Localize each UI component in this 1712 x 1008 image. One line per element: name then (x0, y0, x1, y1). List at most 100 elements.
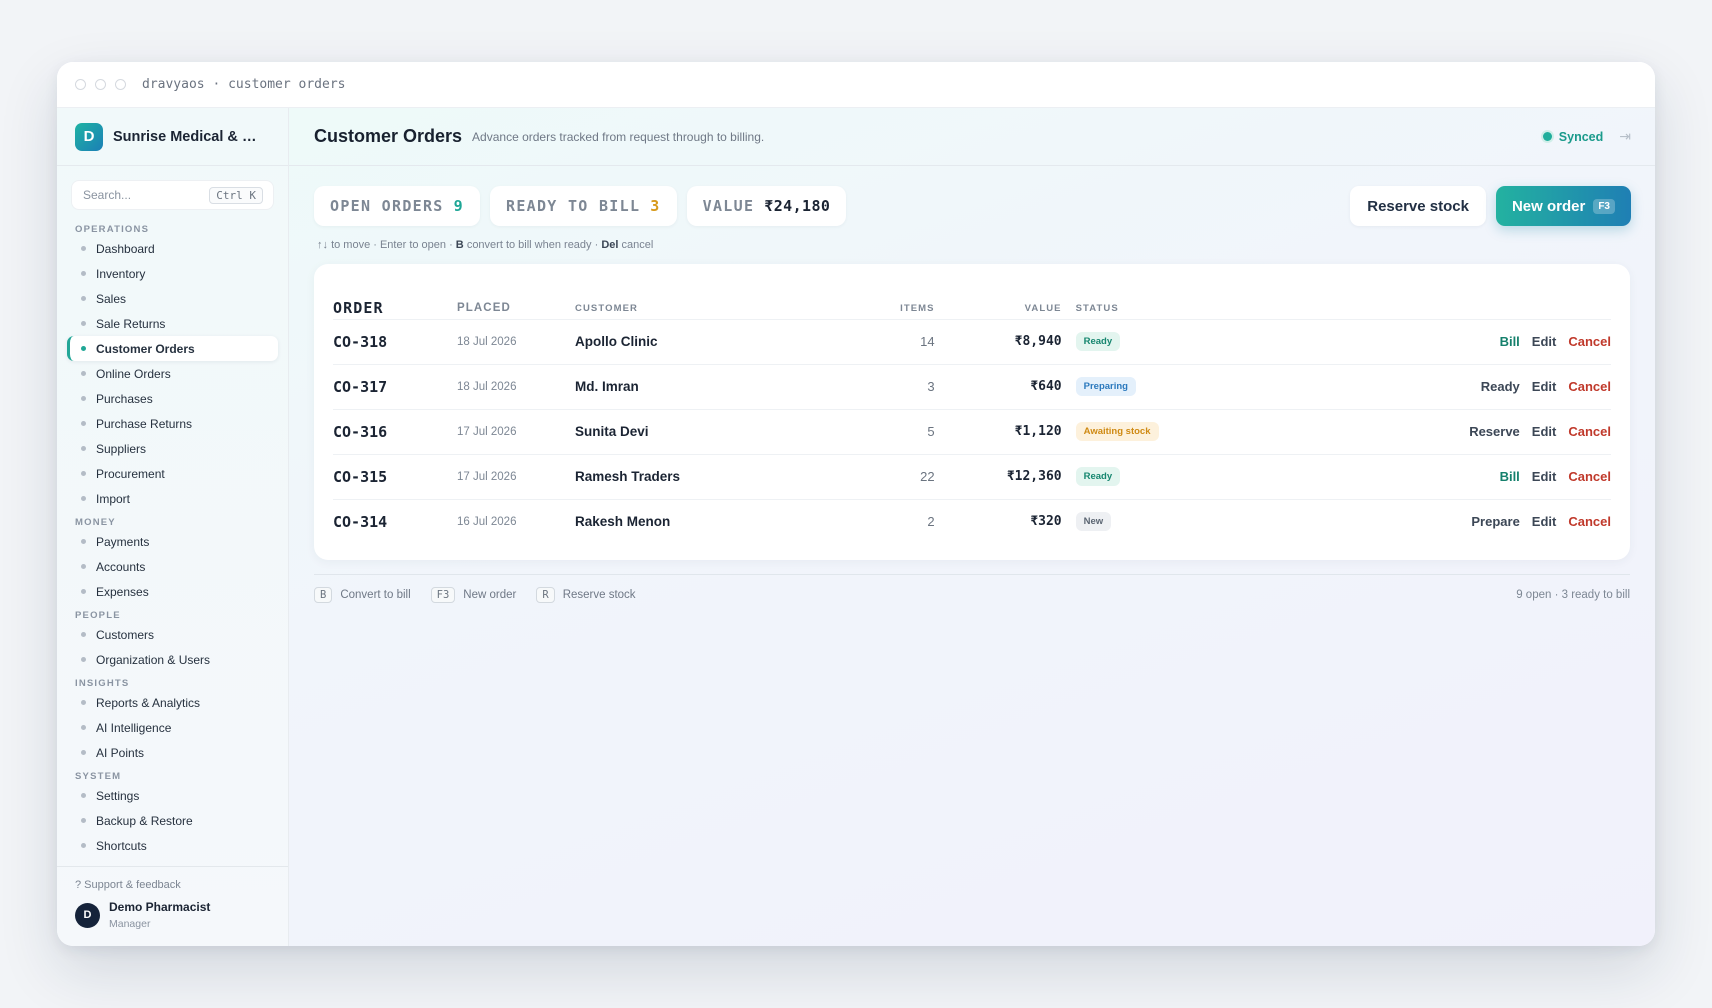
minimize-window-button[interactable] (95, 79, 106, 90)
maximize-window-button[interactable] (115, 79, 126, 90)
stat-label: READY TO BILL (505, 197, 641, 215)
table-row[interactable]: CO-314 16 Jul 2026 Rakesh Menon 2 ₹320 New Pre… (333, 499, 1611, 544)
sidebar-item-reports-analytics[interactable]: Reports & Analytics (57, 690, 288, 715)
status-badge: Ready (1075, 332, 1121, 351)
collapse-panel-icon[interactable]: ⇥ (1619, 128, 1631, 145)
sidebar-section-label: MONEY (75, 517, 116, 528)
footer-shortcut[interactable]: F3 New order (430, 587, 516, 603)
sidebar-item-label: Accounts (96, 559, 146, 574)
column-header-customer[interactable]: CUSTOMER (575, 288, 855, 320)
cancel-button[interactable]: Cancel (1568, 334, 1611, 349)
column-header-placed[interactable]: PLACED (457, 288, 575, 320)
sidebar-item-procurement[interactable]: Procurement (57, 461, 288, 486)
edit-button[interactable]: Edit (1532, 424, 1557, 439)
new-order-button[interactable]: New order F3 (1495, 186, 1631, 226)
sync-dot-icon (1542, 132, 1552, 141)
cancel-button[interactable]: Cancel (1568, 379, 1611, 394)
status-cell: Ready (1061, 454, 1202, 500)
edit-button[interactable]: Edit (1532, 334, 1557, 349)
cancel-button[interactable]: Cancel (1568, 469, 1611, 484)
edit-button[interactable]: Edit (1532, 514, 1557, 529)
primary-action-button[interactable]: Prepare (1471, 514, 1519, 529)
stat-value: 9 (453, 197, 464, 215)
sidebar-item-backup-restore[interactable]: Backup & Restore (57, 808, 288, 833)
bullet-icon (81, 371, 86, 376)
column-header-order[interactable]: ORDER (333, 288, 457, 320)
user-profile[interactable]: D Demo Pharmacist Manager (75, 900, 270, 930)
sidebar-item-customer-orders[interactable]: Customer Orders (67, 336, 278, 361)
sidebar-item-ai-points[interactable]: AI Points (57, 740, 288, 765)
status-badge: New (1075, 512, 1112, 532)
footer-shortcut[interactable]: R Reserve stock (536, 587, 636, 603)
sidebar-item-customers[interactable]: Customers (57, 622, 288, 647)
sidebar-section-label: SYSTEM (75, 771, 122, 782)
sidebar-item-purchase-returns[interactable]: Purchase Returns (57, 411, 288, 436)
row-actions: Ready Edit Cancel (1201, 364, 1611, 410)
page-subtitle: Advance orders tracked from request thro… (472, 129, 765, 144)
stat-label: VALUE (702, 197, 755, 215)
sidebar-item-organization-users[interactable]: Organization & Users (57, 647, 288, 672)
primary-action-button[interactable]: Bill (1500, 469, 1520, 484)
sidebar-item-online-orders[interactable]: Online Orders (57, 361, 288, 386)
sidebar-item-settings[interactable]: Settings (57, 783, 288, 808)
sidebar-item-import[interactable]: Import (57, 486, 288, 511)
sidebar-item-payments[interactable]: Payments (57, 529, 288, 554)
stat-value: 3 (650, 197, 661, 215)
column-header-status[interactable]: STATUS (1061, 288, 1202, 320)
sidebar-item-accounts[interactable]: Accounts (57, 554, 288, 579)
bullet-icon (81, 657, 86, 662)
status-cell: Awaiting stock (1061, 409, 1202, 455)
bullet-icon (81, 446, 86, 451)
cancel-button[interactable]: Cancel (1568, 424, 1611, 439)
column-header-value[interactable]: VALUE (934, 288, 1062, 320)
column-header-items[interactable]: ITEMS (854, 288, 935, 320)
row-actions: Bill Edit Cancel (1201, 454, 1611, 500)
table-row[interactable]: CO-318 18 Jul 2026 Apollo Clinic 14 ₹8,940 Re… (333, 319, 1611, 365)
primary-action-button[interactable]: Bill (1500, 334, 1520, 349)
table-row[interactable]: CO-316 17 Jul 2026 Sunita Devi 5 ₹1,120 Await… (333, 409, 1611, 455)
primary-action-button[interactable]: Reserve (1469, 424, 1520, 439)
sidebar-item-ai-intelligence[interactable]: AI Intelligence (57, 715, 288, 740)
sidebar-item-label: Purchases (96, 391, 153, 406)
search-shortcut-badge: Ctrl K (209, 186, 263, 204)
shortcut-key: B (314, 587, 333, 603)
table-row[interactable]: CO-317 18 Jul 2026 Md. Imran 3 ₹640 Preparing… (333, 364, 1611, 410)
stat-value: ₹24,180 (764, 197, 831, 215)
cancel-button[interactable]: Cancel (1568, 514, 1611, 529)
table-row[interactable]: CO-315 17 Jul 2026 Ramesh Traders 22 ₹12,360… (333, 454, 1611, 500)
reserve-stock-button[interactable]: Reserve stock (1350, 186, 1486, 226)
close-window-button[interactable] (75, 79, 86, 90)
sidebar-item-inventory[interactable]: Inventory (57, 261, 288, 286)
primary-action-button[interactable]: Ready (1481, 379, 1520, 394)
sidebar-item-sales[interactable]: Sales (57, 286, 288, 311)
sidebar-item-label: Sale Returns (96, 316, 166, 331)
avatar: D (75, 902, 100, 928)
sidebar-item-label: Backup & Restore (96, 813, 193, 828)
sidebar-item-shortcuts[interactable]: Shortcuts (57, 833, 288, 858)
edit-button[interactable]: Edit (1532, 469, 1557, 484)
order-value: ₹320 (1030, 514, 1062, 530)
new-order-label: New order (1511, 197, 1586, 215)
sidebar-item-sale-returns[interactable]: Sale Returns (57, 311, 288, 336)
footer-shortcut[interactable]: B Convert to bill (314, 587, 411, 603)
sidebar-item-label: Inventory (96, 266, 146, 281)
page-title: Customer Orders (314, 126, 463, 146)
sidebar-section-label: PEOPLE (75, 610, 121, 621)
sidebar-search-input[interactable]: Search... Ctrl K (71, 180, 274, 210)
status-badge: Awaiting stock (1075, 422, 1159, 441)
brand[interactable]: D Sunrise Medical & Ge... (57, 108, 288, 166)
status-badge: Preparing (1075, 377, 1136, 396)
placed-date: 18 Jul 2026 (457, 319, 575, 365)
sidebar-item-suppliers[interactable]: Suppliers (57, 436, 288, 461)
sidebar-item-dashboard[interactable]: Dashboard (57, 236, 288, 261)
edit-button[interactable]: Edit (1532, 379, 1557, 394)
window-title: dravyaos · customer orders (142, 77, 346, 92)
hint-cancel-text: cancel (621, 239, 654, 251)
sidebar-item-purchases[interactable]: Purchases (57, 386, 288, 411)
bullet-icon (81, 564, 86, 569)
support-link[interactable]: ? Support & feedback (75, 879, 270, 891)
sidebar-item-label: Suppliers (96, 441, 147, 456)
sidebar-item-expenses[interactable]: Expenses (57, 579, 288, 604)
user-name: Demo Pharmacist (109, 900, 211, 914)
orders-table-card: ORDER PLACED CUSTOMER ITEMS VALUE STATUS… (314, 264, 1630, 560)
